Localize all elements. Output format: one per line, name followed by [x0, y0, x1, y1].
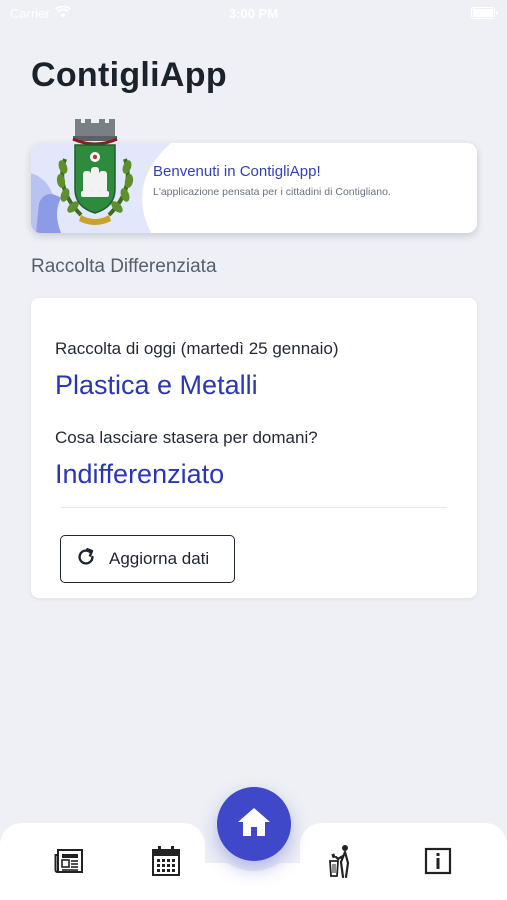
- nav-calendar[interactable]: [146, 843, 186, 883]
- page-title: ContigliApp: [31, 56, 227, 94]
- welcome-subtitle: L'applicazione pensata per i cittadini d…: [153, 186, 391, 198]
- coat-of-arms-logo: [51, 119, 139, 231]
- today-collection-label: Raccolta di oggi (martedì 25 gennaio): [55, 339, 339, 358]
- refresh-data-button[interactable]: Aggiorna dati: [60, 535, 235, 583]
- waste-disposal-icon: [329, 844, 355, 883]
- refresh-data-label: Aggiorna dati: [109, 549, 210, 568]
- nav-news[interactable]: [49, 843, 89, 883]
- welcome-texts: Benvenuti in ContigliApp! L'applicazione…: [153, 163, 391, 198]
- welcome-banner: Benvenuti in ContigliApp! L'applicazione…: [31, 119, 477, 233]
- refresh-icon: [75, 546, 97, 573]
- welcome-title: Benvenuti in ContigliApp!: [153, 163, 321, 180]
- tomorrow-collection-label: Cosa lasciare stasera per domani?: [55, 428, 318, 447]
- battery-icon: [471, 7, 498, 19]
- newspaper-icon: [54, 847, 84, 880]
- status-time: 3:00 PM: [228, 6, 279, 21]
- status-bar: Carrier 3:00 PM: [0, 0, 507, 28]
- waste-collection-card: Raccolta di oggi (martedì 25 gennaio) Pl…: [31, 298, 477, 598]
- home-button[interactable]: [217, 787, 291, 861]
- section-title: Raccolta Differenziata: [31, 256, 217, 277]
- divider: [61, 507, 447, 508]
- tomorrow-collection-value: Indifferenziato: [55, 459, 225, 489]
- today-collection-value: Plastica e Metalli: [55, 370, 258, 400]
- home-icon: [237, 807, 271, 842]
- calendar-icon: [151, 845, 181, 882]
- info-icon: [424, 847, 452, 880]
- nav-info[interactable]: [418, 843, 458, 883]
- nav-waste-collection[interactable]: [322, 843, 362, 883]
